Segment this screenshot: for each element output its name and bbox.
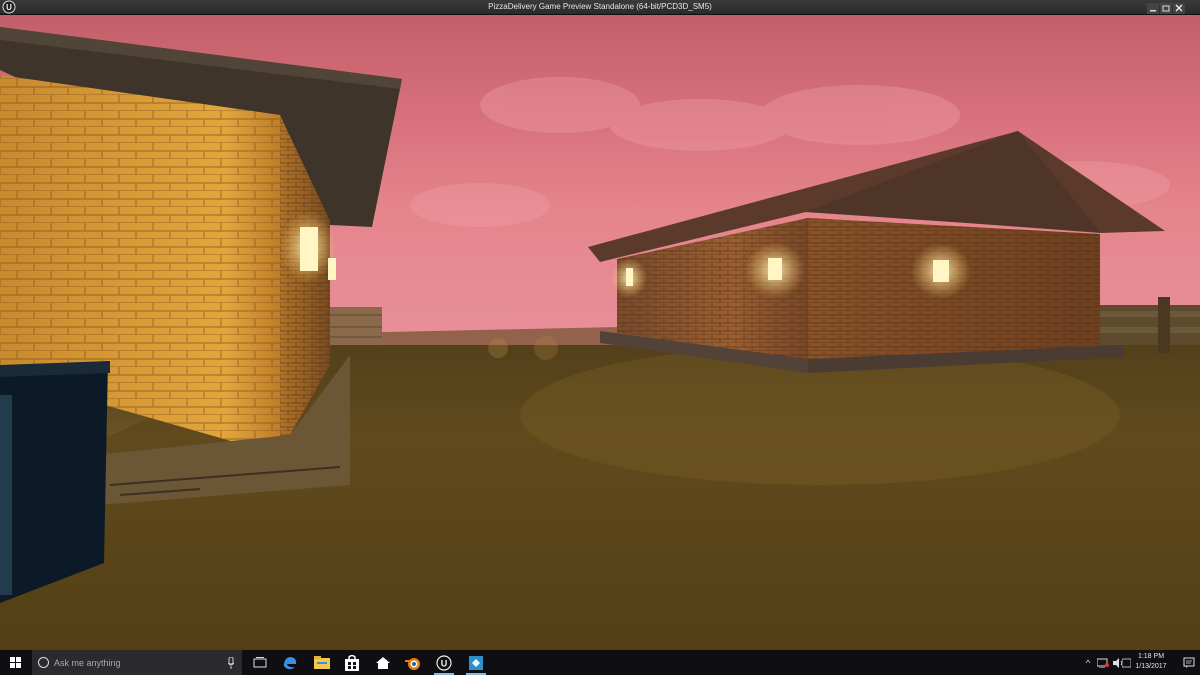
store-icon[interactable] bbox=[338, 650, 366, 675]
action-center-icon[interactable] bbox=[1183, 656, 1195, 668]
taskbar: U ^ 1:18 PM 1/13/2017 bbox=[0, 650, 1200, 675]
wall-lamp bbox=[626, 268, 633, 286]
game-viewport[interactable] bbox=[0, 15, 1200, 650]
network-icon[interactable] bbox=[1096, 650, 1110, 675]
unreal-engine-taskbar-icon[interactable]: U bbox=[430, 650, 458, 675]
system-clock[interactable]: 1:18 PM 1/13/2017 bbox=[1126, 652, 1176, 672]
restore-button[interactable] bbox=[1160, 1, 1172, 14]
wall-lamp bbox=[768, 258, 782, 280]
trash-bin bbox=[0, 361, 110, 603]
close-button[interactable] bbox=[1173, 1, 1185, 14]
task-view-icon[interactable] bbox=[246, 650, 274, 675]
tray-overflow-chevron[interactable]: ^ bbox=[1082, 650, 1094, 675]
start-button[interactable] bbox=[0, 650, 32, 675]
blender-icon[interactable] bbox=[399, 650, 427, 675]
edge-icon[interactable] bbox=[276, 650, 304, 675]
microphone-icon[interactable] bbox=[227, 656, 235, 669]
search-input[interactable] bbox=[52, 654, 226, 672]
app-icon[interactable] bbox=[462, 650, 490, 675]
wall-lamp bbox=[328, 258, 336, 280]
cortana-icon bbox=[38, 657, 49, 668]
clock-time: 1:18 PM bbox=[1137, 653, 1165, 660]
minimize-button[interactable] bbox=[1147, 1, 1159, 14]
file-explorer-icon[interactable] bbox=[308, 650, 336, 675]
wall-lamp bbox=[300, 227, 318, 271]
search-box[interactable] bbox=[32, 650, 242, 675]
window-title-bar: U PizzaDelivery Game Preview Standalone … bbox=[0, 0, 1200, 15]
home-icon[interactable] bbox=[369, 650, 397, 675]
fence bbox=[1098, 297, 1200, 353]
window-title: PizzaDelivery Game Preview Standalone (6… bbox=[488, 2, 712, 11]
clock-date: 1/13/2017 bbox=[1135, 663, 1167, 670]
wall-lamp bbox=[933, 260, 949, 282]
svg-text:U: U bbox=[441, 658, 448, 668]
